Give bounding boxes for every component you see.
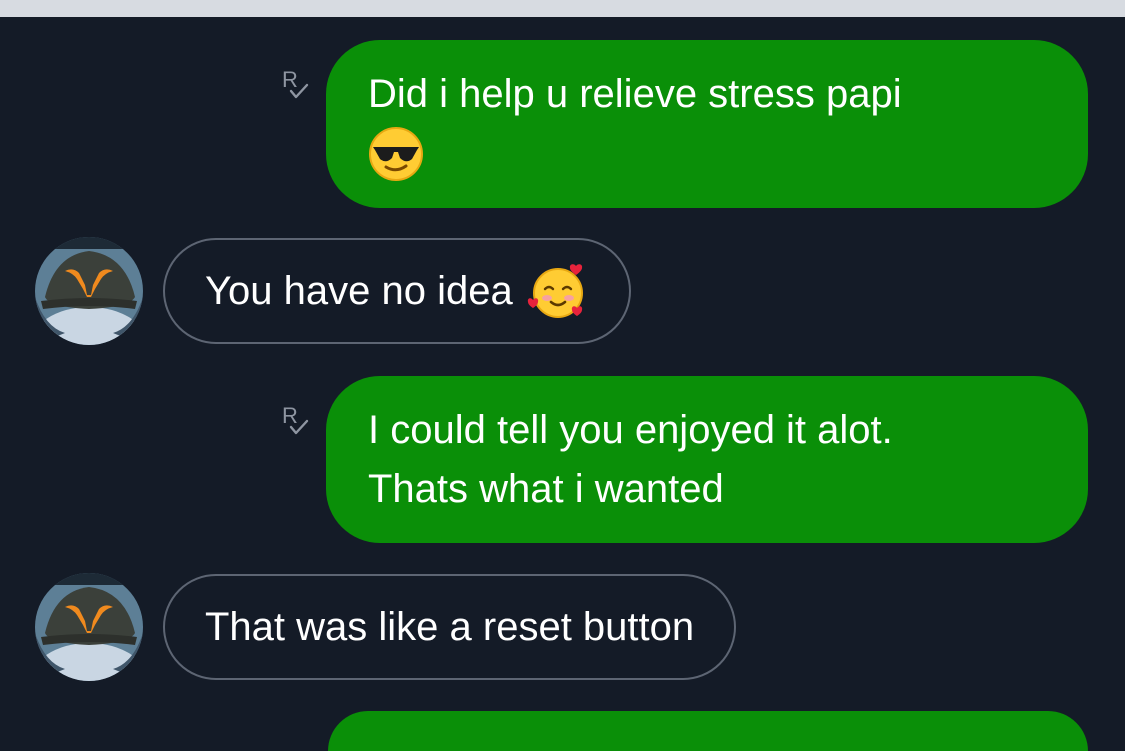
message-text-line-2: Thats what i wanted xyxy=(368,467,724,511)
message-bubble-outgoing[interactable]: Did i help u relieve stress papi xyxy=(326,40,1088,208)
message-bubble-incoming[interactable]: You have no idea xyxy=(163,238,631,344)
message-bubble-outgoing[interactable]: I could tell you enjoyed it alot. Thats … xyxy=(326,376,1088,543)
read-receipt-icon: R xyxy=(282,67,309,99)
message-text: Did i help u relieve stress papi xyxy=(368,72,902,116)
message-text: That was like a reset button xyxy=(205,605,695,649)
svg-text:R: R xyxy=(282,403,298,428)
sunglasses-face-icon xyxy=(369,126,423,181)
message-text: You have no idea xyxy=(205,269,513,313)
svg-text:R: R xyxy=(282,67,298,92)
avatar[interactable] xyxy=(35,237,143,345)
message-bubble-incoming[interactable]: That was like a reset button xyxy=(163,574,737,680)
avatar[interactable] xyxy=(35,573,143,681)
smiling-face-with-hearts-icon xyxy=(527,264,583,318)
top-strip xyxy=(0,0,1125,17)
message-text-line-1: I could tell you enjoyed it alot. xyxy=(368,408,893,452)
read-receipt-icon: R xyxy=(282,403,309,435)
message-bubble-outgoing-partial[interactable] xyxy=(328,711,1088,751)
chat-thread[interactable]: R Did i help u relieve stress papi You h… xyxy=(0,17,1125,751)
